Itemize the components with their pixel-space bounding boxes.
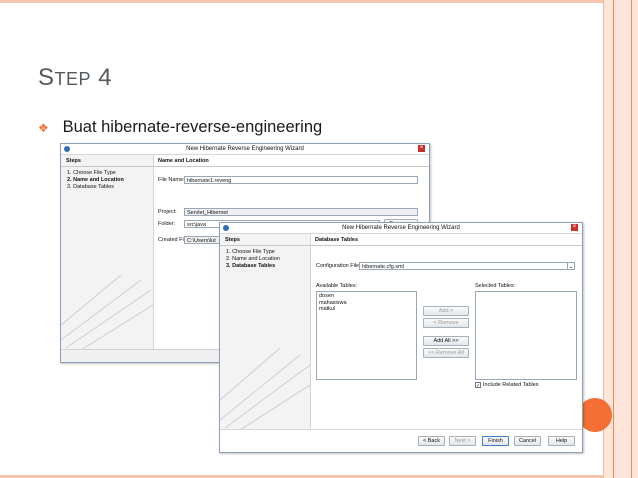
remove-all-button[interactable]: << Remove All (423, 348, 469, 358)
project-label: Project: (158, 209, 177, 215)
add-button[interactable]: Add > (423, 306, 469, 316)
folder-label: Folder: (158, 221, 176, 227)
file-name-label: File Name: (158, 177, 185, 183)
slide-top-border (0, 0, 638, 3)
remove-button[interactable]: < Remove (423, 318, 469, 328)
include-related-checkbox[interactable]: ✓ Include Related Tables (475, 382, 539, 389)
steps-decoration-graphic (220, 347, 310, 430)
step-item: 3. Database Tables (67, 184, 114, 190)
close-icon[interactable]: × (571, 224, 578, 231)
slide-right-line (631, 0, 632, 478)
panel-header: Name and Location (154, 155, 429, 167)
selected-tables-list[interactable] (475, 291, 577, 380)
decorative-circle (578, 398, 612, 432)
steps-header: Steps (220, 234, 310, 246)
configuration-file-label: Configuration File: (316, 263, 361, 269)
close-icon[interactable]: × (418, 145, 425, 152)
step-item: 1. Choose File Type (67, 170, 116, 176)
finish-button[interactable]: Finish (482, 436, 509, 446)
bullet-item: ❖ Buat hibernate-reverse-engineering (38, 118, 322, 137)
add-all-button[interactable]: Add All >> (423, 336, 469, 346)
chevron-down-icon[interactable]: ⌄ (567, 262, 575, 270)
cancel-button[interactable]: Cancel (514, 436, 541, 446)
checkbox-checked-icon[interactable]: ✓ (475, 382, 481, 389)
window-title: New Hibernate Reverse Engineering Wizard (186, 145, 304, 152)
panel-header: Database Tables (311, 234, 582, 246)
slide-title: STEP 4 (38, 64, 113, 91)
title-bar: New Hibernate Reverse Engineering Wizard… (220, 223, 582, 234)
wizard-window-database-tables: New Hibernate Reverse Engineering Wizard… (219, 222, 583, 453)
steps-decoration-graphic (61, 274, 153, 350)
title-bar: New Hibernate Reverse Engineering Wizard… (61, 144, 429, 155)
bullet-icon: ❖ (38, 121, 49, 135)
step-item-current: 2. Name and Location (67, 177, 124, 183)
window-title: New Hibernate Reverse Engineering Wizard (342, 224, 460, 231)
step-item-current: 3. Database Tables (226, 263, 276, 269)
steps-header: Steps (61, 155, 153, 167)
database-tables-panel: Database Tables Configuration File: hibe… (311, 234, 582, 430)
file-name-input[interactable]: hibernate1.reveng (184, 176, 418, 184)
configuration-file-select[interactable]: hibernate.cfg.xml (359, 262, 575, 270)
include-related-label: Include Related Tables (483, 382, 539, 388)
back-button[interactable]: < Back (418, 436, 445, 446)
step-item: 2. Name and Location (226, 256, 280, 262)
next-button[interactable]: Next > (449, 436, 476, 446)
steps-panel: Steps 1. Choose File Type 2. Name and Lo… (220, 234, 311, 430)
step-item: 1. Choose File Type (226, 249, 275, 255)
bullet-text: Buat hibernate-reverse-engineering (62, 118, 323, 136)
steps-panel: Steps 1. Choose File Type 2. Name and Lo… (61, 155, 154, 350)
available-tables-list[interactable]: dosen mahasiswa matkul (316, 291, 417, 380)
list-item[interactable]: matkul (319, 306, 414, 313)
help-button[interactable]: Help (548, 436, 575, 446)
project-field: Servlet_Hibernet (184, 208, 418, 216)
selected-tables-label: Selected Tables: (475, 283, 516, 289)
available-tables-label: Available Tables: (316, 283, 358, 289)
button-bar: < Back Next > Finish Cancel Help (220, 429, 582, 452)
slide-right-line (613, 0, 614, 478)
